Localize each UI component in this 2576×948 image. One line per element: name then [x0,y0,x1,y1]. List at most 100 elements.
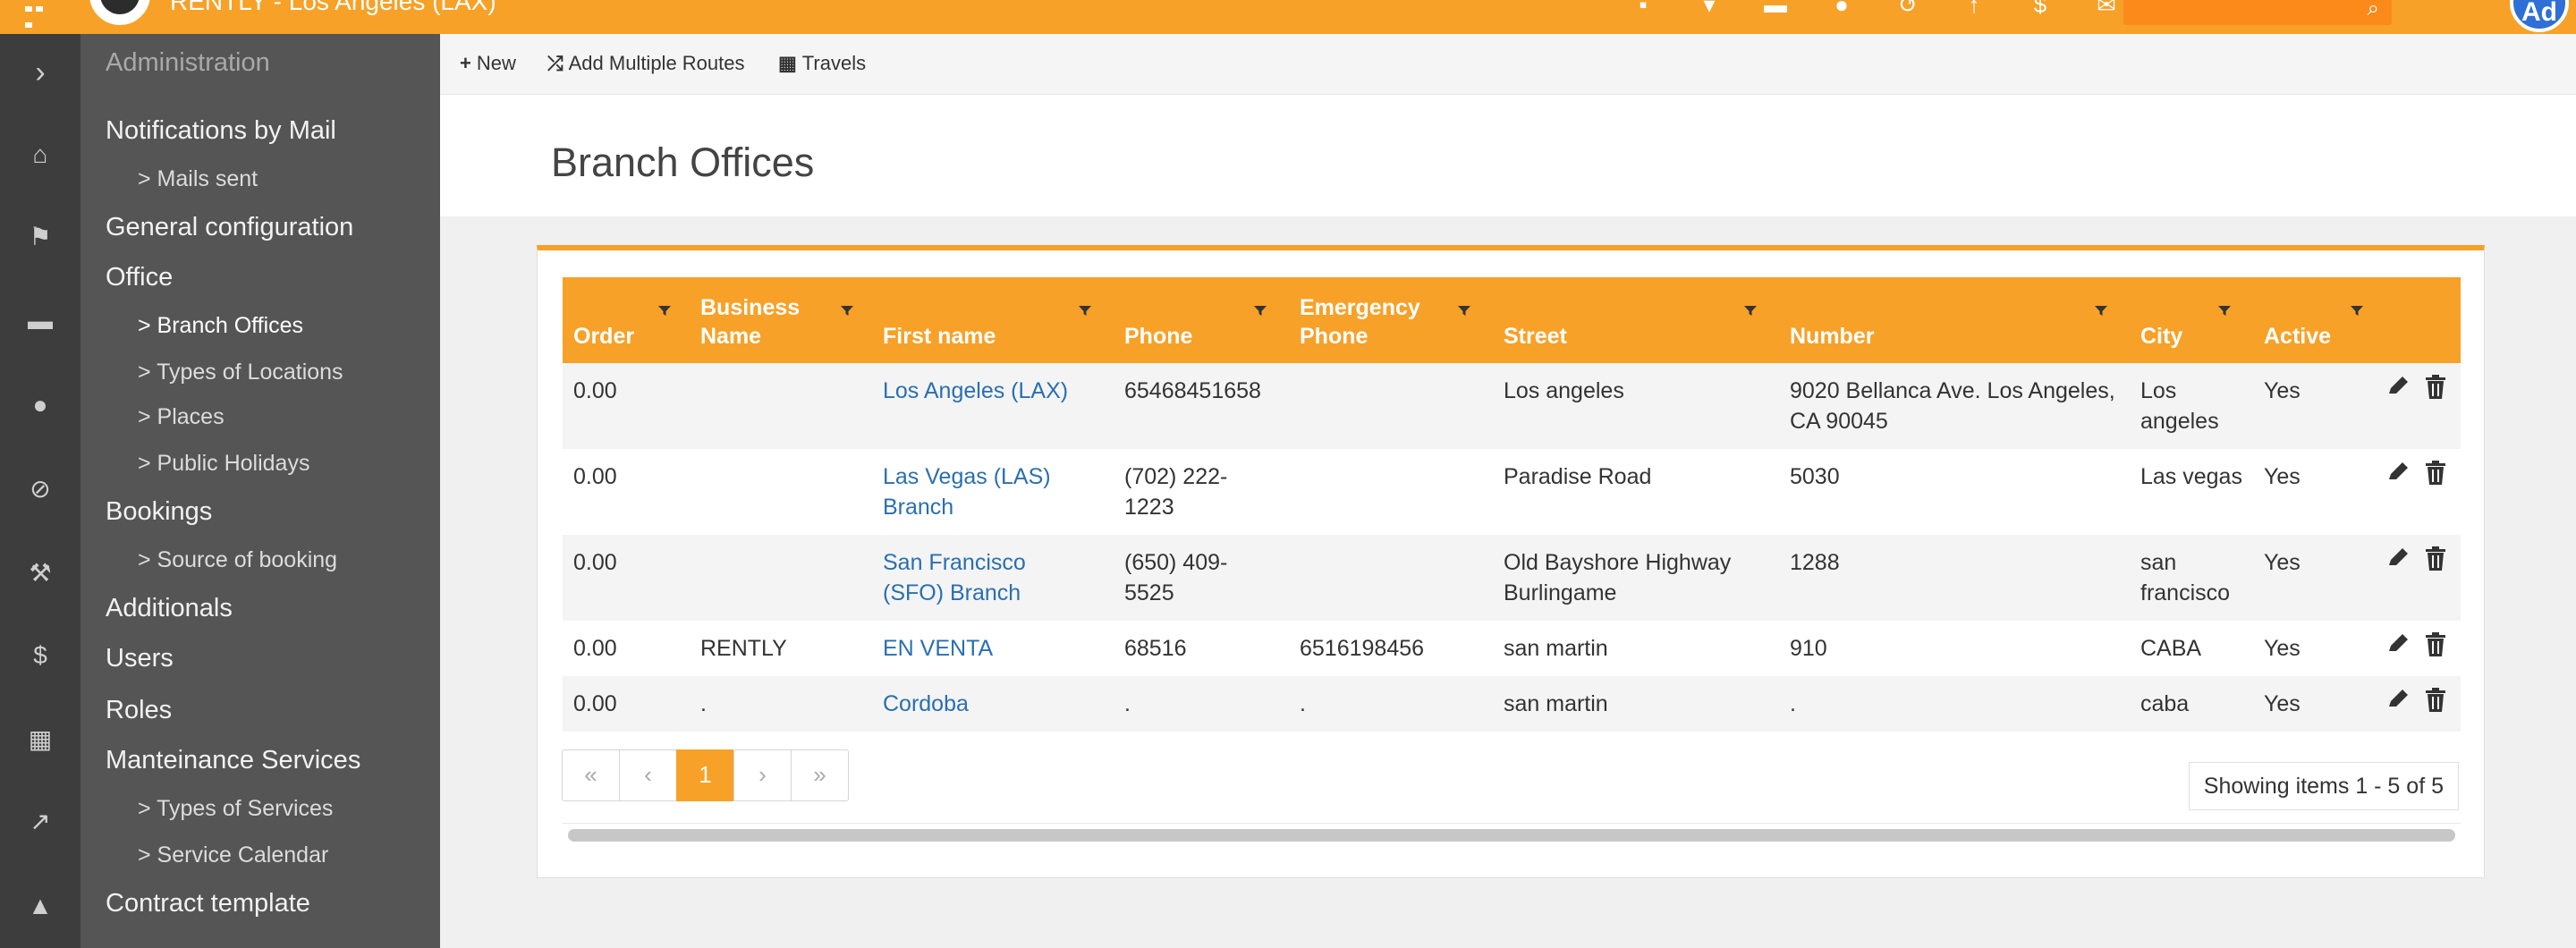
column-header-active[interactable]: Active [2253,277,2385,363]
pager-page-1-button[interactable]: 1 [676,749,734,801]
dollar-icon[interactable]: $ [2007,0,2073,16]
sidebar-item-additionals[interactable]: Additionals [106,594,233,623]
map-marker-icon[interactable]: ▾ [1676,0,1742,16]
user-avatar[interactable]: Ad [2510,0,2569,32]
table-row[interactable]: 0.00 RENTLY EN VENTA 68516 6516198456 sa… [563,621,2461,676]
warning-icon[interactable]: ▲ [0,893,80,919]
sidebar-item-roles[interactable]: Roles [106,696,172,725]
column-header-phone[interactable]: Phone [1114,277,1289,363]
travels-label: Travels [801,52,867,74]
user-icon[interactable]: ● [0,392,80,419]
filter-icon[interactable] [1457,304,1471,318]
building-icon[interactable]: ▪ [1610,0,1676,16]
sidebar-item-source-of-booking[interactable]: > Source of booking [138,547,337,573]
cell-phone: . [1124,691,1131,716]
sidebar-item-branch-offices[interactable]: > Branch Offices [138,313,303,339]
cell-first-name-link[interactable]: Cordoba [883,689,1097,719]
table-row[interactable]: 0.00 . Cordoba . . san martin . caba Yes [563,676,2461,732]
sidebar-item-general-configuration[interactable]: General configuration [106,213,353,242]
calculator-icon[interactable]: ▦ [0,726,80,753]
pager-next-button[interactable]: › [733,749,792,801]
sidebar-item-types-of-locations[interactable]: > Types of Locations [138,360,343,385]
cell-first-name-link[interactable]: Los Angeles (LAX) [883,376,1097,406]
user-icon[interactable]: ● [1809,0,1875,16]
toolbar: + New ⤮ Add Multiple Routes ▦ Travels [440,34,2576,95]
car-icon[interactable]: ▬ [1742,0,1809,16]
table-row[interactable]: 0.00 Los Angeles (LAX) 65468451658 Los a… [563,363,2461,449]
sidebar-item-types-of-services[interactable]: > Types of Services [138,796,333,822]
sidebar-item-bookings[interactable]: Bookings [106,497,212,527]
column-header-emergency-phone[interactable]: Emergency Phone [1289,277,1493,363]
cell-first-name-link[interactable]: Las Vegas (LAS) Branch [883,461,1080,522]
filter-icon[interactable] [2350,304,2364,318]
filter-icon[interactable] [1078,304,1092,318]
cell-city: Los angeles [2140,378,2219,434]
new-button[interactable]: + New [460,52,516,75]
pager-first-button[interactable]: « [562,749,620,801]
horizontal-scrollbar[interactable] [563,823,2461,844]
add-multiple-routes-button[interactable]: ⤮ Add Multiple Routes [547,52,745,75]
sidebar-item-public-holidays[interactable]: > Public Holidays [138,451,309,477]
sidebar-item-users[interactable]: Users [106,644,174,673]
sidebar-item-contract-template[interactable]: Contract template [106,889,310,918]
history-icon[interactable]: ↺ [1875,0,1941,16]
chevron-right-icon[interactable]: › [0,57,80,88]
pager-last-button[interactable]: » [791,749,849,801]
column-label: Emergency Phone [1300,295,1420,349]
cell-number: 9020 Bellanca Ave. Los Angeles, CA 90045 [1790,378,2115,434]
home-icon[interactable]: ⌂ [0,141,80,168]
table-row[interactable]: 0.00 Las Vegas (LAS) Branch (702) 222-12… [563,449,2461,535]
delete-icon[interactable] [2423,631,2448,658]
pagination: « ‹ 1 › » [562,749,849,801]
cell-number: 5030 [1790,464,1840,489]
delete-icon[interactable] [2423,374,2448,401]
sidebar-item-office[interactable]: Office [106,263,173,292]
column-header-street[interactable]: Street [1493,277,1779,363]
cell-active: Yes [2264,464,2301,489]
edit-icon[interactable] [2385,546,2411,572]
column-header-business-name[interactable]: Business Name [690,277,872,363]
filter-icon[interactable] [840,304,854,318]
pager-prev-button[interactable]: ‹ [619,749,677,801]
edit-icon[interactable] [2385,374,2411,401]
column-label: First name [883,324,996,349]
cell-first-name-link[interactable]: EN VENTA [883,633,1097,664]
scrollbar-thumb[interactable] [568,829,2455,842]
sidebar-item-notifications-by-mail[interactable]: Notifications by Mail [106,116,336,146]
car-icon[interactable]: ▬ [0,308,80,334]
filter-icon[interactable] [657,304,672,318]
sidebar-item-places[interactable]: > Places [138,404,225,430]
edit-icon[interactable] [2385,460,2411,487]
cell-number: 1288 [1790,550,1840,575]
dollar-icon[interactable]: $ [0,642,80,669]
delete-icon[interactable] [2423,460,2448,487]
column-header-first-name[interactable]: First name [872,277,1114,363]
filter-icon[interactable] [1743,304,1758,318]
flag-icon[interactable]: ⚑ [0,224,80,250]
search-input[interactable]: ⌕ [2123,0,2392,25]
wrench-icon[interactable]: ⚒ [0,560,80,587]
app-title: RENTLY - Los Angeles (LAX) [170,0,496,15]
column-header-number[interactable]: Number [1779,277,2130,363]
sidebar-item-mails-sent[interactable]: > Mails sent [138,166,258,192]
column-header-city[interactable]: City [2130,277,2253,363]
filter-icon[interactable] [1253,304,1267,318]
search-icon[interactable]: ⌕ [2368,0,2379,21]
column-header-order[interactable]: Order [563,277,690,363]
chart-line-icon[interactable]: ↗ [0,808,80,835]
apps-grid-icon[interactable] [25,0,55,28]
ban-icon[interactable]: ⊘ [0,476,80,503]
edit-icon[interactable] [2385,687,2411,714]
sidebar-item-manteinance-services[interactable]: Manteinance Services [106,746,360,775]
delete-icon[interactable] [2423,687,2448,714]
filter-icon[interactable] [2094,304,2108,318]
table-row[interactable]: 0.00 San Francisco (SFO) Branch (650) 40… [563,535,2461,621]
edit-icon[interactable] [2385,631,2411,658]
filter-icon[interactable] [2217,304,2232,318]
brand-logo[interactable] [89,0,150,25]
delete-icon[interactable] [2423,546,2448,572]
dollar-chart-icon[interactable]: ↑ [1941,0,2007,16]
sidebar-item-service-calendar[interactable]: > Service Calendar [138,842,328,868]
cell-first-name-link[interactable]: San Francisco (SFO) Branch [883,547,1080,608]
travels-button[interactable]: ▦ Travels [778,52,866,75]
